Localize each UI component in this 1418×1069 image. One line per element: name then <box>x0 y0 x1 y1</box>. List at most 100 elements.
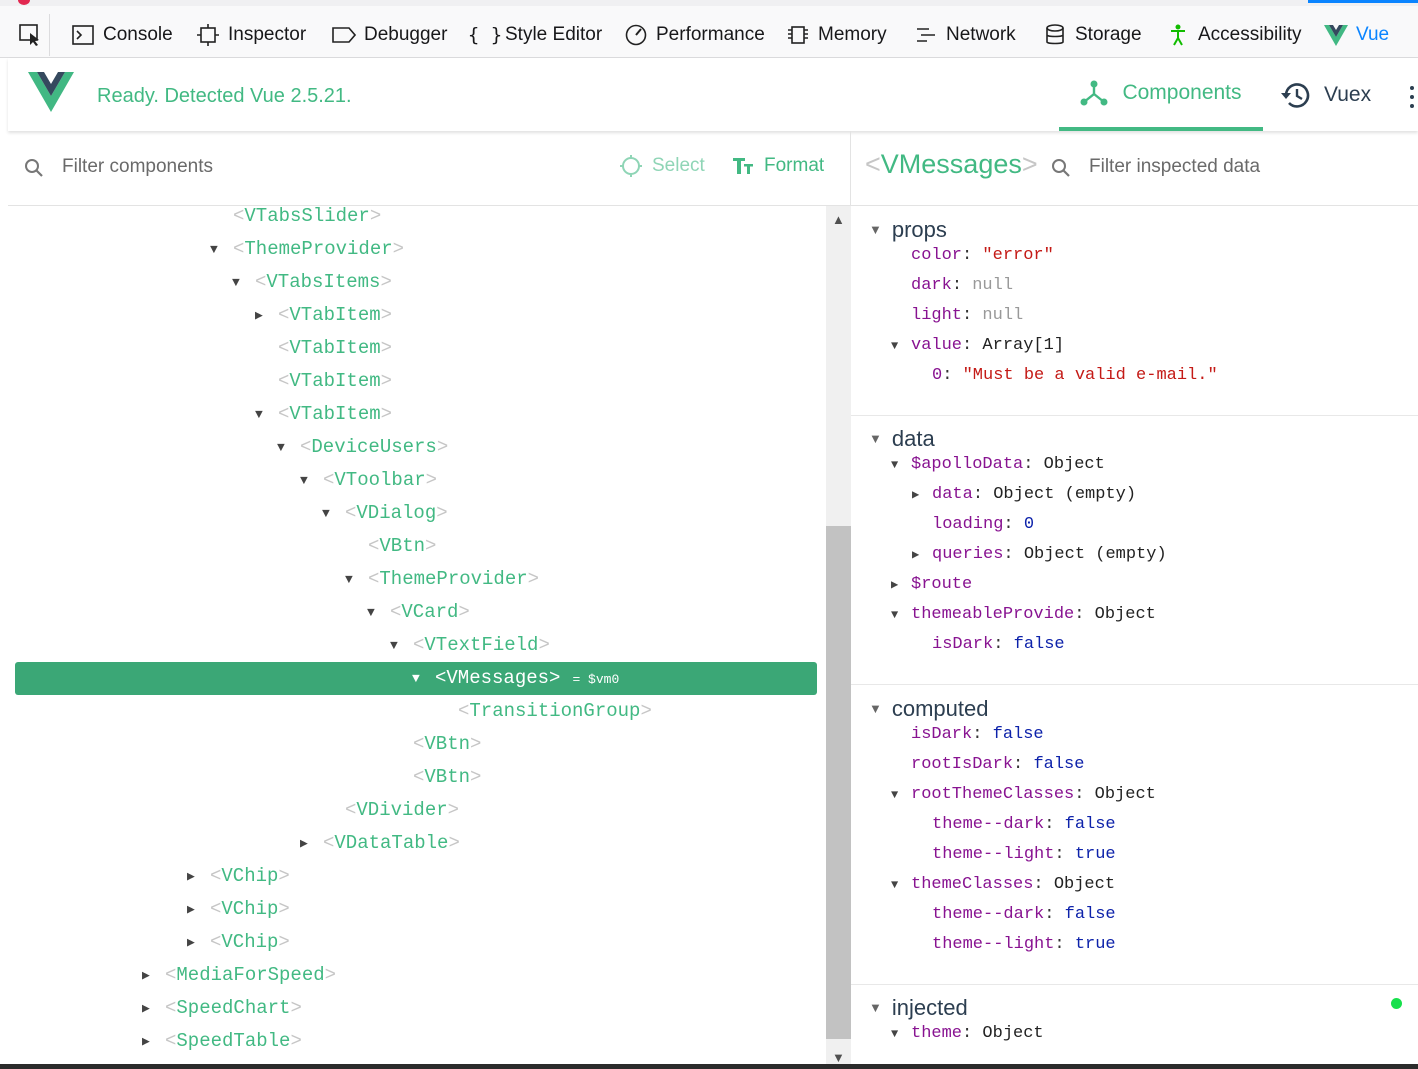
expand-arrow-right-icon[interactable]: ▶ <box>912 480 919 510</box>
expand-arrow-down-icon[interactable]: ▼ <box>390 629 404 662</box>
tree-row[interactable]: ▶ <VChip> <box>15 893 817 926</box>
tree-row[interactable]: ▼ <VCard> <box>15 596 817 629</box>
devtools-tab-memory[interactable]: Memory <box>786 14 887 56</box>
tree-row[interactable]: ▼ <VTabsItems> <box>15 266 817 299</box>
tree-row[interactable]: ▶ <VTabItem> <box>15 299 817 332</box>
expand-arrow-down-icon[interactable]: ▼ <box>210 233 224 266</box>
devtools-tab-performance[interactable]: Performance <box>624 14 765 56</box>
tree-row[interactable]: <VBtn> <box>15 530 817 563</box>
expand-arrow-down-icon[interactable]: ▼ <box>277 431 291 464</box>
data-field[interactable]: 0: "Must be a valid e-mail." <box>932 361 1218 391</box>
more-tabs-icon[interactable] <box>1410 86 1414 113</box>
expand-arrow-down-icon[interactable]: ▼ <box>891 780 898 810</box>
filter-components-input[interactable] <box>62 156 442 178</box>
tree-row[interactable]: <VTabItem> <box>15 332 817 365</box>
devtools-tab-storage[interactable]: Storage <box>1043 14 1142 56</box>
section-header-props[interactable]: ▼ props <box>869 217 947 243</box>
collapse-arrow-icon[interactable]: ▼ <box>869 701 882 716</box>
data-field[interactable]: loading: 0 <box>932 510 1034 540</box>
data-field[interactable]: theme--light: true <box>932 930 1116 960</box>
data-field[interactable]: ▶ data: Object (empty) <box>912 480 1136 510</box>
data-field[interactable]: rootIsDark: false <box>911 750 1084 780</box>
tab-vuex[interactable]: Vuex <box>1280 58 1371 131</box>
expand-arrow-down-icon[interactable]: ▼ <box>232 266 246 299</box>
data-field[interactable]: ▼ rootThemeClasses: Object <box>891 780 1156 810</box>
expand-arrow-right-icon[interactable]: ▶ <box>187 926 201 959</box>
devtools-tab-network[interactable]: Network <box>914 14 1016 56</box>
tree-scrollbar[interactable]: ▲ ▼ <box>826 206 851 1069</box>
section-header-injected[interactable]: ▼ injected <box>869 995 968 1021</box>
data-field[interactable]: light: null <box>911 301 1023 331</box>
devtools-tab-inspector[interactable]: Inspector <box>196 14 306 56</box>
tree-row[interactable]: ▶ <SpeedChart> <box>15 992 817 1025</box>
tree-row[interactable]: ▶ <VDataTable> <box>15 827 817 860</box>
devtools-tab-console[interactable]: Console <box>71 14 173 56</box>
tree-row[interactable]: ▶ <VChip> <box>15 860 817 893</box>
tree-row[interactable]: <VBtn> <box>15 761 817 794</box>
expand-arrow-right-icon[interactable]: ▶ <box>300 827 314 860</box>
devtools-tab-vue[interactable]: Vue <box>1307 0 1418 56</box>
data-field[interactable]: theme--dark: false <box>932 810 1116 840</box>
scrollbar-thumb[interactable] <box>826 526 851 1039</box>
expand-arrow-down-icon[interactable]: ▼ <box>412 662 426 695</box>
devtools-tab-style-editor[interactable]: { } Style Editor <box>468 14 602 56</box>
tree-row[interactable]: <VDivider> <box>15 794 817 827</box>
data-field[interactable]: ▼ theme: Object <box>891 1019 1044 1049</box>
tree-row[interactable]: ▼ <VToolbar> <box>15 464 817 497</box>
format-names-button[interactable]: Format <box>732 155 824 177</box>
tree-row[interactable]: ▼ <DeviceUsers> <box>15 431 817 464</box>
expand-arrow-right-icon[interactable]: ▶ <box>142 1025 156 1058</box>
tree-row-selected[interactable]: ▼ <VMessages> = $vm0 <box>15 662 817 695</box>
tree-row[interactable]: ▶ <VChip> <box>15 926 817 959</box>
section-header-computed[interactable]: ▼ computed <box>869 696 989 722</box>
expand-arrow-down-icon[interactable]: ▼ <box>891 450 898 480</box>
devtools-tab-accessibility[interactable]: Accessibility <box>1166 14 1301 56</box>
tree-row[interactable]: <VTabItem> <box>15 365 817 398</box>
tree-row[interactable]: ▶ <MediaForSpeed> <box>15 959 817 992</box>
expand-arrow-down-icon[interactable]: ▼ <box>891 870 898 900</box>
tree-row[interactable]: ▼ <ThemeProvider> <box>15 233 817 266</box>
data-field[interactable]: ▶ $route <box>891 570 972 600</box>
expand-arrow-down-icon[interactable]: ▼ <box>891 1019 898 1049</box>
filter-inspected-data-input[interactable] <box>1089 156 1389 178</box>
expand-arrow-down-icon[interactable]: ▼ <box>255 398 269 431</box>
scroll-down-icon[interactable]: ▼ <box>832 1050 845 1065</box>
scroll-up-icon[interactable]: ▲ <box>832 212 845 227</box>
data-field[interactable]: isDark: false <box>932 630 1065 660</box>
element-picker-button[interactable] <box>10 14 50 56</box>
tree-row[interactable]: <TransitionGroup> <box>15 695 817 728</box>
data-field[interactable]: theme--light: true <box>932 840 1116 870</box>
expand-arrow-right-icon[interactable]: ▶ <box>891 570 898 600</box>
data-field[interactable]: theme--dark: false <box>932 900 1116 930</box>
collapse-arrow-icon[interactable]: ▼ <box>869 431 882 446</box>
data-field[interactable]: color: "error" <box>911 241 1054 271</box>
expand-arrow-down-icon[interactable]: ▼ <box>322 497 336 530</box>
data-field[interactable]: ▼ $apolloData: Object <box>891 450 1105 480</box>
tree-row[interactable]: ▼ <VDialog> <box>15 497 817 530</box>
collapse-arrow-icon[interactable]: ▼ <box>869 222 882 237</box>
data-field[interactable]: isDark: false <box>911 720 1044 750</box>
tree-row[interactable]: ▼ <VTabItem> <box>15 398 817 431</box>
data-field[interactable]: ▼ themeableProvide: Object <box>891 600 1156 630</box>
expand-arrow-right-icon[interactable]: ▶ <box>187 893 201 926</box>
expand-arrow-down-icon[interactable]: ▼ <box>367 596 381 629</box>
expand-arrow-down-icon[interactable]: ▼ <box>891 600 898 630</box>
expand-arrow-right-icon[interactable]: ▶ <box>255 299 269 332</box>
devtools-tab-debugger[interactable]: Debugger <box>332 14 447 56</box>
data-field[interactable]: dark: null <box>911 271 1013 301</box>
expand-arrow-down-icon[interactable]: ▼ <box>300 464 314 497</box>
tab-components[interactable]: Components <box>1059 58 1263 131</box>
select-component-button[interactable]: Select <box>620 155 705 177</box>
tree-row[interactable]: ▼ <VTextField> <box>15 629 817 662</box>
expand-arrow-down-icon[interactable]: ▼ <box>345 563 359 596</box>
tree-row[interactable]: <VBtn> <box>15 728 817 761</box>
expand-arrow-right-icon[interactable]: ▶ <box>187 860 201 893</box>
tree-row[interactable]: ▶ <SpeedTable> <box>15 1025 817 1058</box>
tree-row[interactable]: <VTabsSlider> <box>15 206 817 233</box>
expand-arrow-right-icon[interactable]: ▶ <box>912 540 919 570</box>
expand-arrow-right-icon[interactable]: ▶ <box>142 959 156 992</box>
expand-arrow-right-icon[interactable]: ▶ <box>142 992 156 1025</box>
data-field[interactable]: ▶ queries: Object (empty) <box>912 540 1167 570</box>
section-header-data[interactable]: ▼ data <box>869 426 935 452</box>
expand-arrow-down-icon[interactable]: ▼ <box>891 331 898 361</box>
